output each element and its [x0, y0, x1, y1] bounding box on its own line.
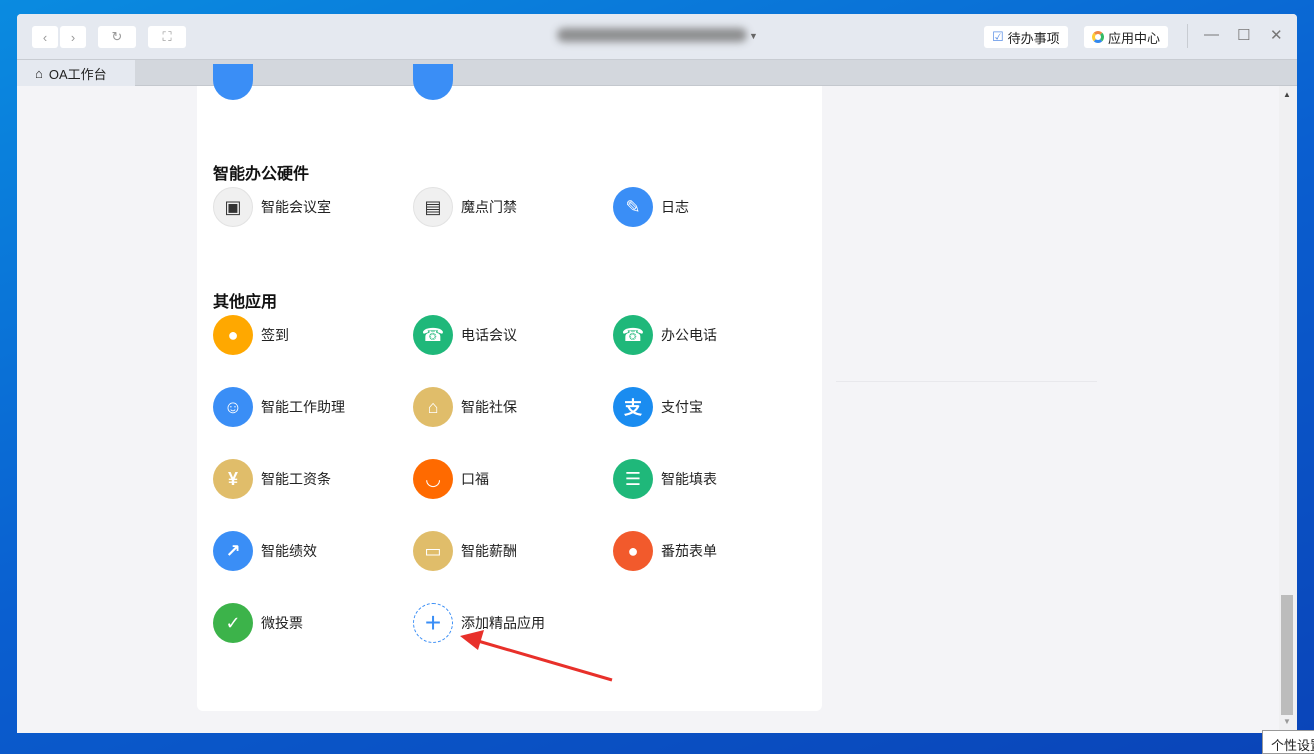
- tooltip: 个性设置: [1262, 730, 1314, 754]
- red-arrow-annotation: [0, 0, 1314, 754]
